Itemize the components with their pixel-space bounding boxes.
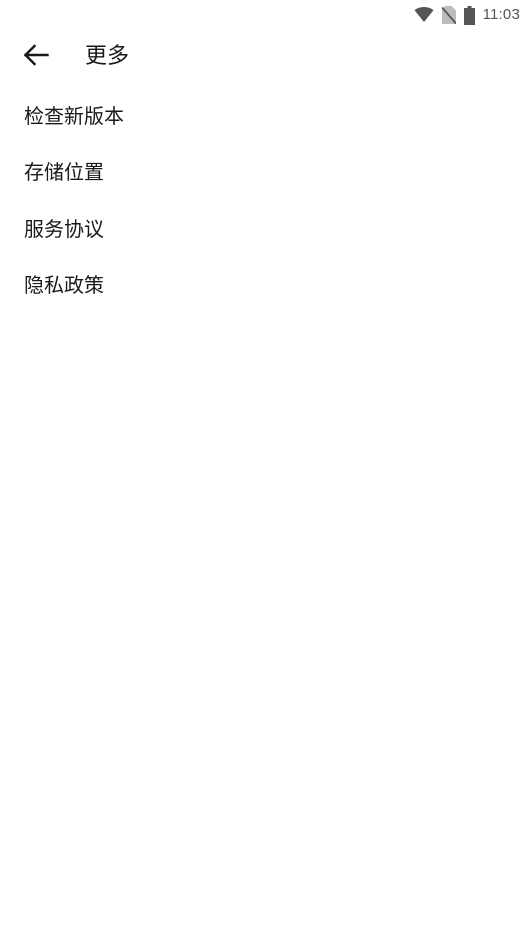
menu-item-label: 存储位置 <box>24 160 104 185</box>
menu-list: 检查新版本 存储位置 服务协议 隐私政策 <box>0 86 530 312</box>
battery-icon <box>463 5 475 25</box>
menu-item-label: 隐私政策 <box>24 273 104 298</box>
toolbar: 更多 <box>0 30 530 84</box>
menu-item-privacy-policy[interactable]: 隐私政策 <box>0 256 530 313</box>
no-sim-icon <box>441 6 456 24</box>
menu-item-service-agreement[interactable]: 服务协议 <box>0 199 530 256</box>
status-time: 11:03 <box>482 6 520 23</box>
status-bar: 11:03 <box>0 0 530 30</box>
arrow-left-icon <box>23 44 49 70</box>
menu-item-label: 检查新版本 <box>24 103 124 128</box>
wifi-icon <box>414 7 434 23</box>
status-icons: 11:03 <box>414 5 520 25</box>
menu-item-label: 服务协议 <box>24 216 104 241</box>
page-title: 更多 <box>85 44 130 69</box>
menu-item-check-update[interactable]: 检查新版本 <box>0 86 530 143</box>
more-screen: 11:03 更多 检查新版本 存储位置 服务协议 隐私政策 <box>0 0 530 942</box>
back-button[interactable] <box>10 35 62 79</box>
menu-item-storage-location[interactable]: 存储位置 <box>0 143 530 200</box>
